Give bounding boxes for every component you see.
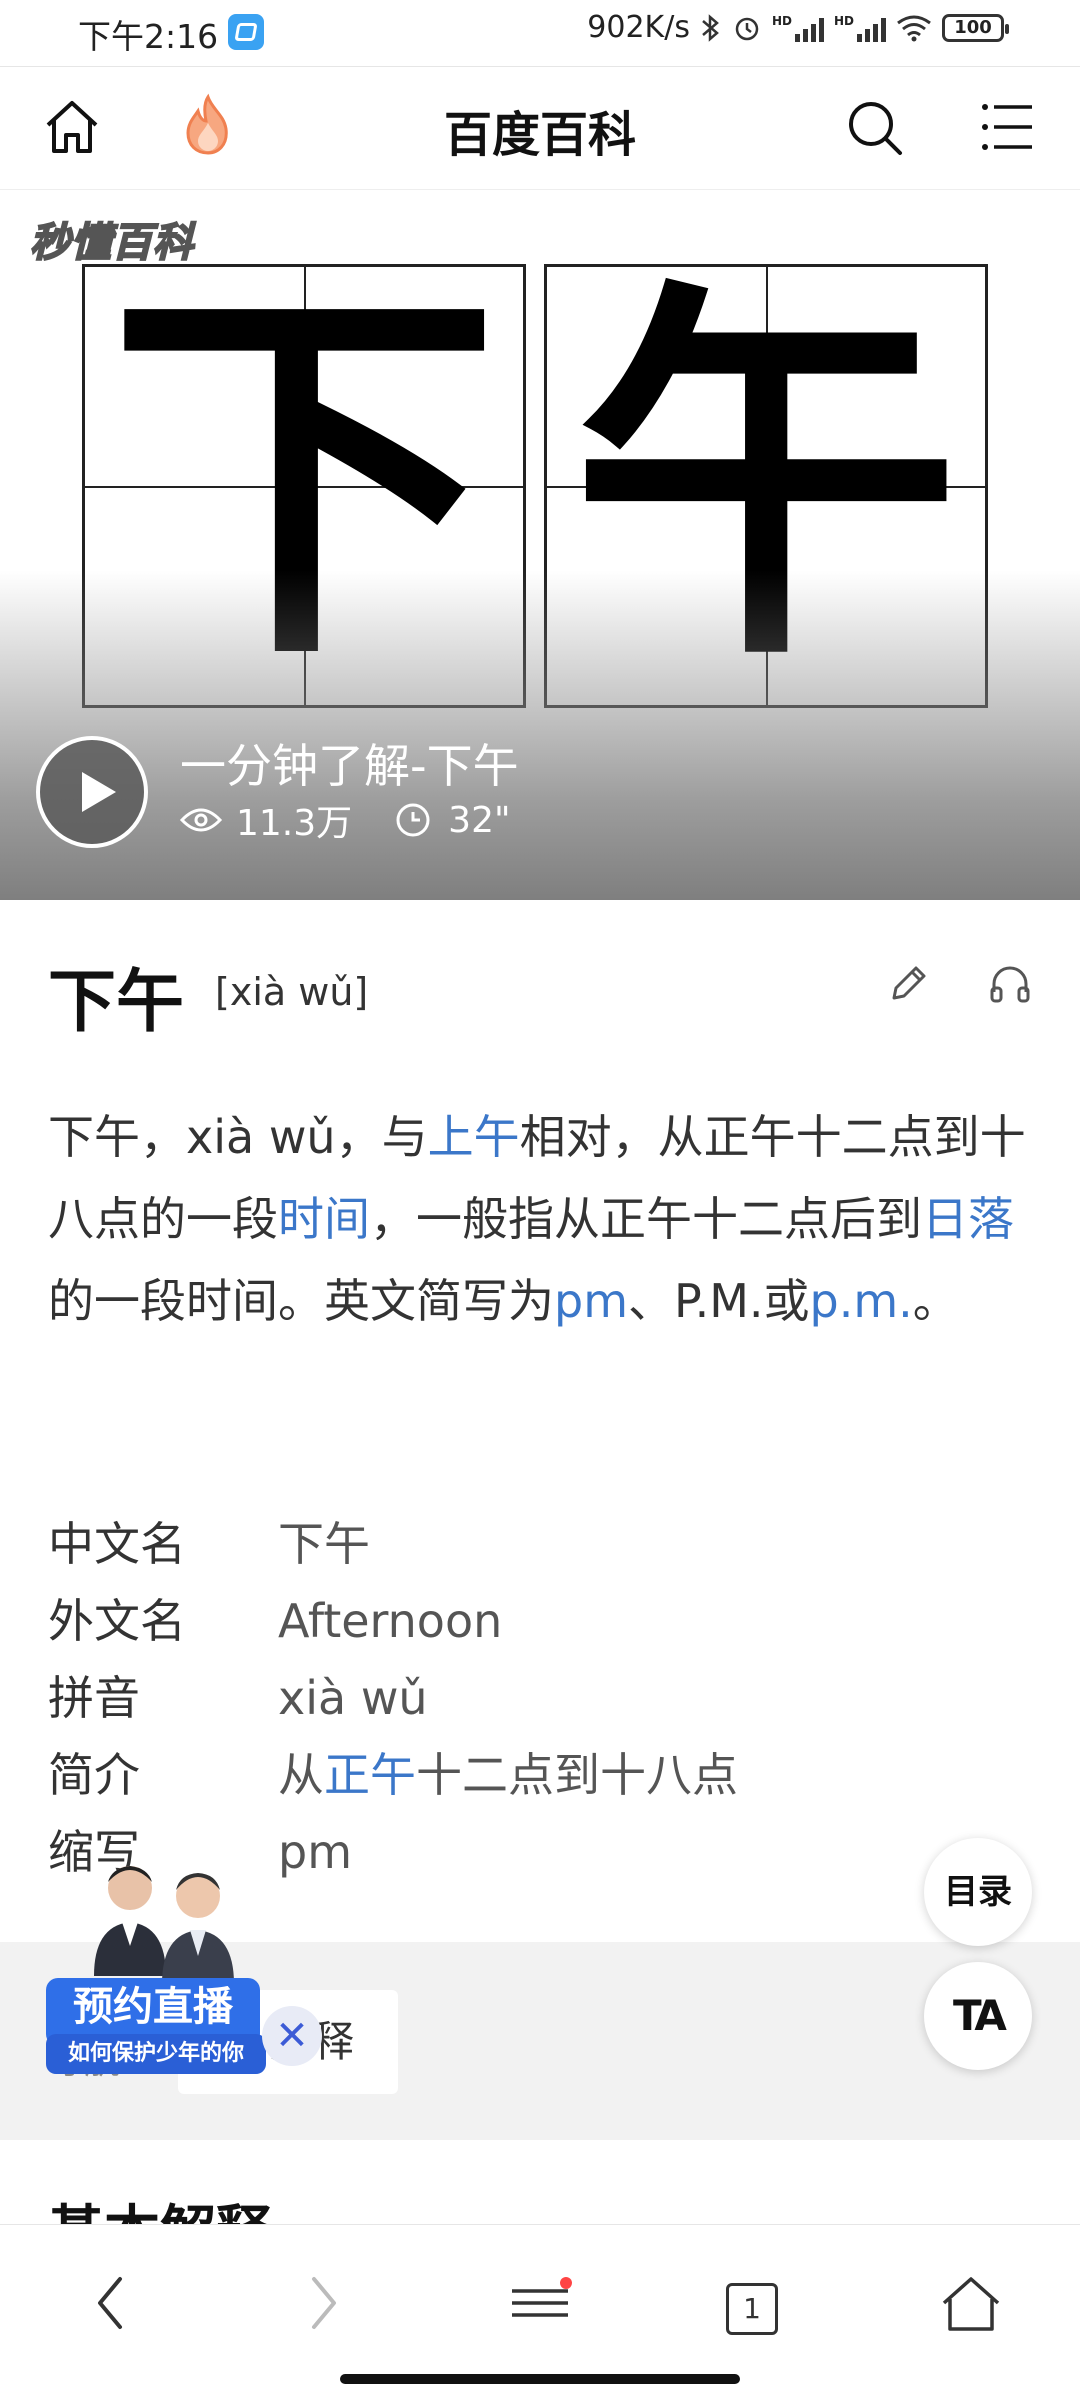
video-card[interactable]: 下 午 秒懂百科 一分钟了解-下午 11.3万 32" <box>0 190 1080 900</box>
link-riluo[interactable]: 日落 <box>922 1192 1014 1246</box>
page-title: 百度百科 <box>443 107 636 163</box>
signal-1-icon: HD <box>772 14 824 42</box>
back-icon[interactable] <box>86 2263 136 2343</box>
signal-2-icon: HD <box>834 14 886 42</box>
clock-icon <box>396 803 430 837</box>
home-icon[interactable] <box>938 2263 1004 2343</box>
promo-subtitle: 如何保护少年的你 <box>46 2034 266 2074</box>
live-promo-widget[interactable]: 预约直播 如何保护少年的你 <box>46 1856 266 2074</box>
info-key: 外文名 <box>48 1594 186 1648</box>
toc-button[interactable]: 目录 <box>924 1838 1032 1946</box>
info-row: 简介 从正午十二点到十八点 <box>48 1737 738 1814</box>
status-bar: 下午2:16 902K/s HD HD 100 <box>0 0 1080 66</box>
info-value: Afternoon <box>278 1594 503 1648</box>
font-size-button[interactable]: TA <box>924 1962 1032 2070</box>
summary-text: 、P.M.或 <box>628 1274 810 1328</box>
video-title: 一分钟了解-下午 <box>180 739 519 793</box>
info-key: 简介 <box>48 1748 140 1802</box>
menu-icon[interactable] <box>980 99 1036 155</box>
link-zhengwu[interactable]: 正午 <box>324 1748 416 1802</box>
video-overlay-gradient <box>0 570 1080 900</box>
gesture-home-indicator[interactable] <box>340 2374 740 2384</box>
basic-info-table: 中文名 下午 外文名 Afternoon 拼音 xià wǔ 简介 从正午十二点到十八点… <box>48 1506 738 1891</box>
summary-text: 下午，xià wǔ，与 <box>48 1110 428 1164</box>
eye-icon <box>180 808 222 832</box>
summary-text: 。 <box>912 1274 959 1328</box>
info-value: 从正午十二点到十八点 <box>278 1737 738 1814</box>
summary-text: 的一段时间。英文简写为 <box>48 1274 554 1328</box>
edit-icon[interactable] <box>886 962 930 1006</box>
forward-icon[interactable] <box>298 2263 348 2343</box>
play-button[interactable] <box>36 736 148 848</box>
search-icon[interactable] <box>844 97 906 159</box>
summary-text: ，一般指从正午十二点后到 <box>370 1192 922 1246</box>
status-time: 下午2:16 <box>78 17 219 56</box>
info-key: 中文名 <box>48 1517 186 1571</box>
info-value-text: 从 <box>278 1748 324 1802</box>
link-shangwu[interactable]: 上午 <box>428 1110 520 1164</box>
hd-label: HD <box>771 13 792 28</box>
view-count: 11.3万 <box>236 803 353 844</box>
info-row: 拼音 xià wǔ <box>48 1660 738 1737</box>
info-row: 中文名 下午 <box>48 1506 738 1583</box>
info-value-text: 十二点到十八点 <box>416 1748 738 1802</box>
close-icon[interactable]: ✕ <box>262 2006 322 2066</box>
wifi-icon <box>897 15 931 41</box>
link-shijian[interactable]: 时间 <box>278 1192 370 1246</box>
info-value: pm <box>278 1825 353 1879</box>
info-value: xià wǔ <box>278 1671 428 1725</box>
headphones-icon[interactable] <box>988 962 1032 1006</box>
info-key: 拼音 <box>48 1671 140 1725</box>
menu-icon[interactable] <box>506 2263 576 2343</box>
video-duration: 32" <box>448 799 511 841</box>
top-app-bar: 百度百科 <box>0 66 1080 191</box>
status-right: 902K/s HD HD 100 <box>587 10 1009 45</box>
battery-icon: 100 <box>942 13 1009 42</box>
hd-label: HD <box>833 13 854 28</box>
video-meta: 11.3万 32" <box>180 794 511 846</box>
info-value: 下午 <box>278 1517 370 1571</box>
video-brand-logo: 秒懂百科 <box>29 219 194 267</box>
alarm-icon <box>735 17 759 40</box>
entry-pinyin: [xià wǔ] <box>215 970 369 1014</box>
entry-title: 下午 <box>48 963 185 1042</box>
host-avatar-2 <box>162 1873 234 1984</box>
bluetooth-icon <box>702 13 719 42</box>
section-heading: 基本解释 <box>48 2198 272 2224</box>
info-row: 外文名 Afternoon <box>48 1583 738 1660</box>
app-notification-icon <box>228 14 264 50</box>
link-p-m[interactable]: p.m. <box>810 1274 913 1328</box>
net-speed: 902K/s <box>587 10 690 45</box>
link-pm[interactable]: pm <box>554 1274 628 1328</box>
entry-summary: 下午，xià wǔ，与上午相对，从正午十二点到十八点的一段时间，一般指从正午十二… <box>48 1096 1038 1342</box>
tabs-button[interactable]: 1 <box>726 2283 778 2335</box>
